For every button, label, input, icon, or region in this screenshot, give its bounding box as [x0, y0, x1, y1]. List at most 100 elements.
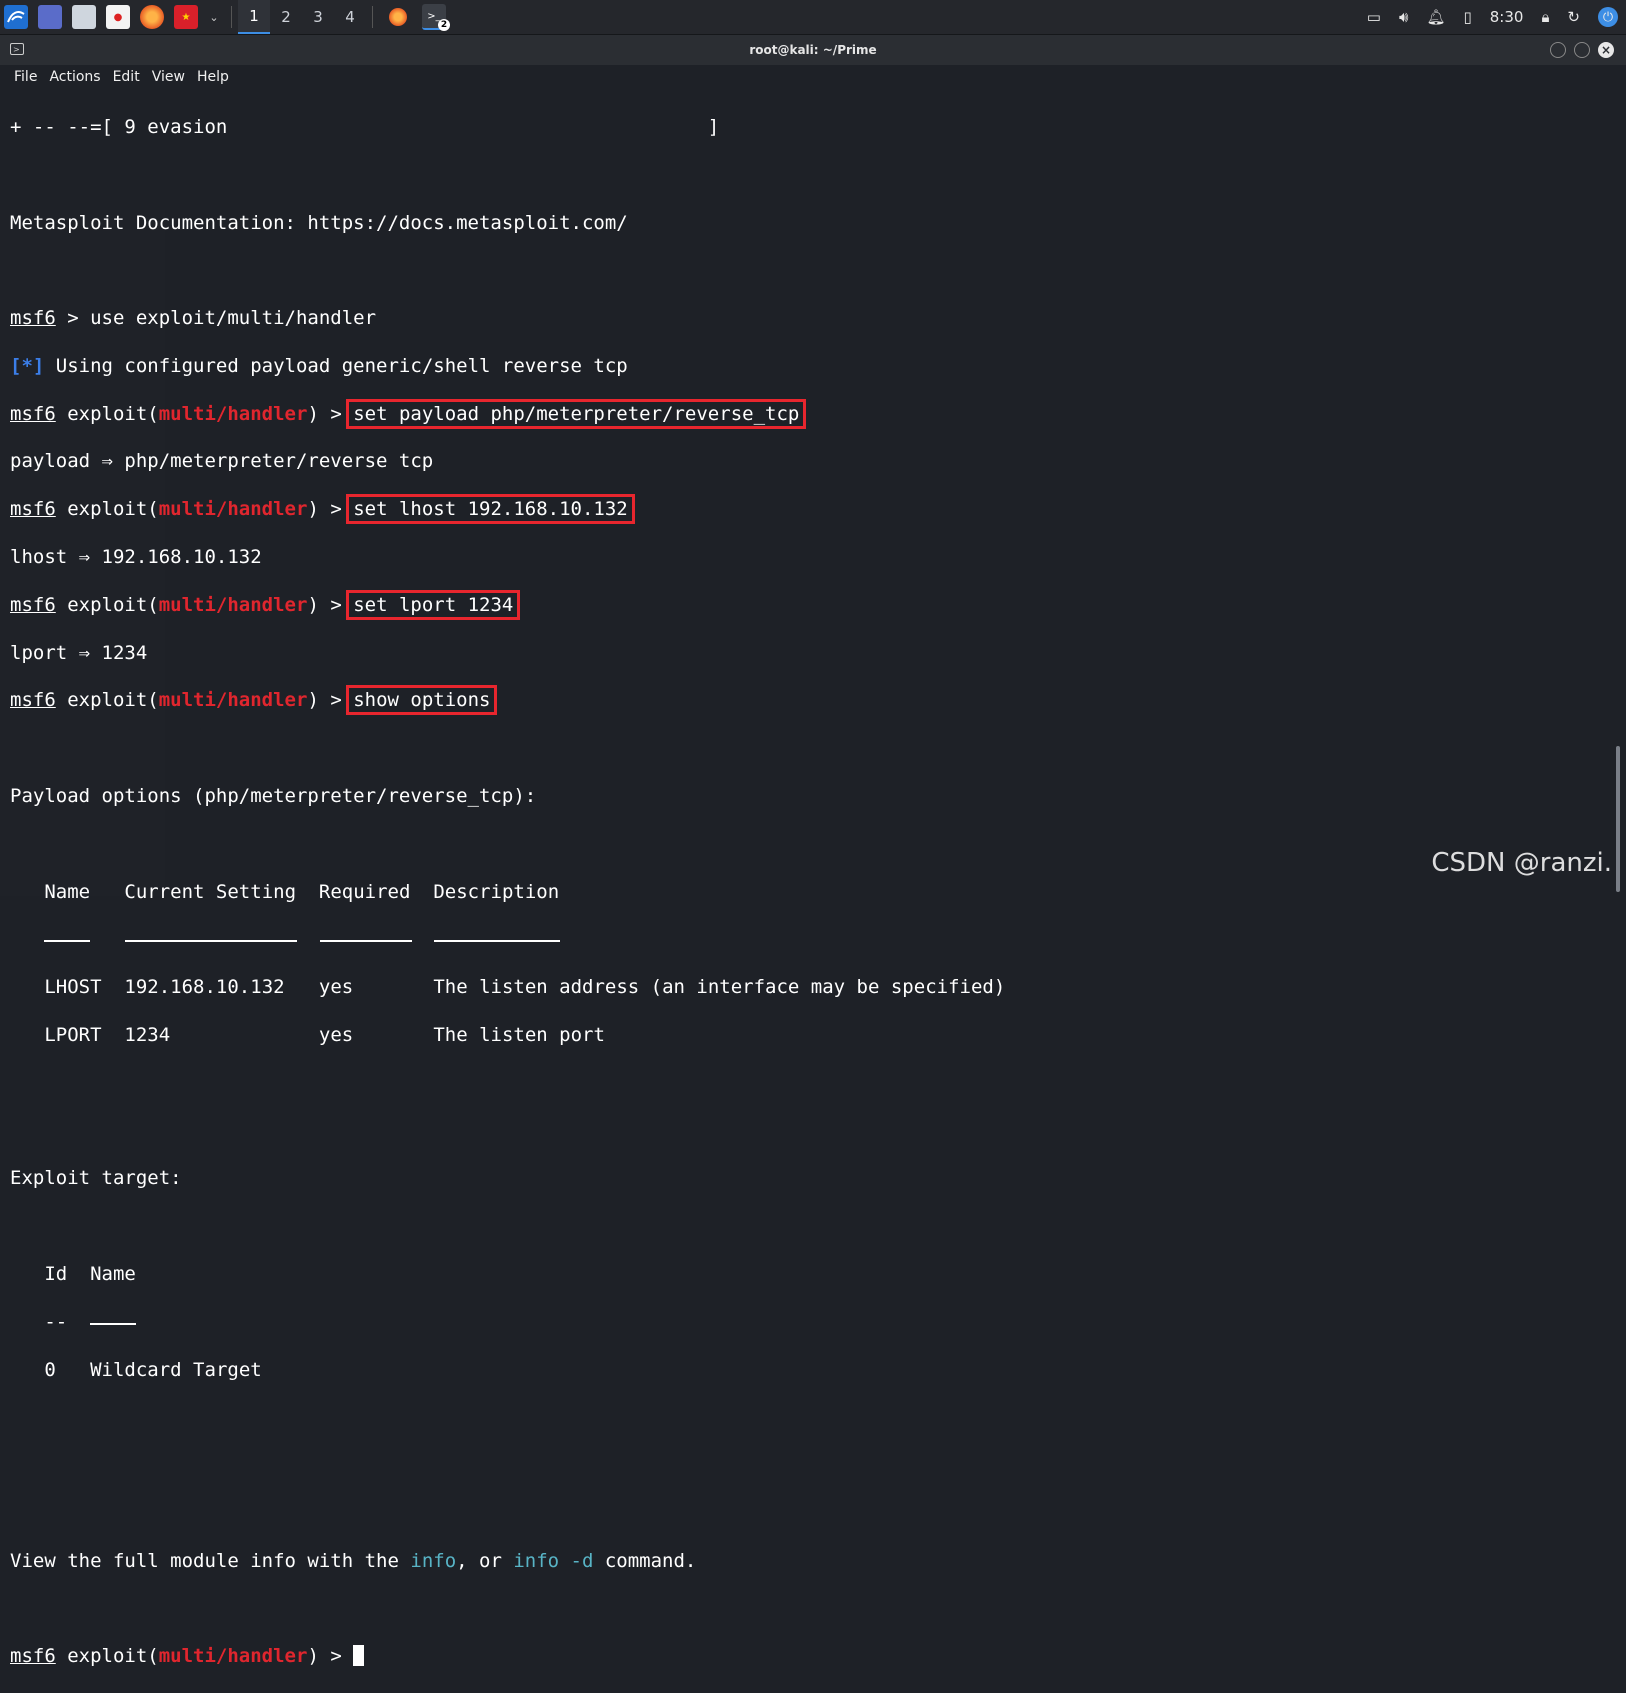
rule: [90, 1311, 137, 1325]
prompt-module: multi/handler: [158, 593, 308, 616]
kali-menu-icon[interactable]: [4, 5, 28, 29]
prompt-exploit: exploit(: [55, 1645, 159, 1668]
rule: [319, 928, 412, 943]
prompt-exploit: exploit(: [55, 593, 159, 616]
col-description: Description: [433, 880, 560, 903]
help-text: View the full module info with the: [10, 1549, 411, 1572]
firefox-icon[interactable]: [140, 5, 164, 29]
lock-icon[interactable]: 🔒︎: [1541, 8, 1549, 26]
command-line: msf6 exploit(multi/handler) > set lport …: [10, 589, 1570, 620]
rule: [124, 928, 297, 943]
prompt-close: ) >: [307, 593, 354, 616]
notification-bell-icon[interactable]: 🔔︎: [1426, 8, 1445, 26]
docs-line: Metasploit Documentation: https://docs.m…: [10, 211, 628, 234]
output-line: payload ⇒ php/meterpreter/reverse tcp: [10, 450, 434, 473]
desktop-icon[interactable]: [38, 5, 62, 29]
refresh-icon[interactable]: ↻: [1567, 8, 1580, 26]
volume-icon[interactable]: 🔊︎: [1399, 8, 1408, 26]
command-line: msf6 exploit(multi/handler) > set payloa…: [10, 398, 1570, 429]
terminal-window-icon[interactable]: >_ 2: [422, 4, 450, 31]
help-text: , or: [456, 1549, 514, 1572]
info-message: Using configured payload generic/shell r…: [44, 354, 628, 377]
highlighted-command: show options: [346, 685, 498, 716]
text-editor-icon[interactable]: ●: [106, 5, 130, 29]
text-cursor[interactable]: [353, 1645, 365, 1667]
watermark: CSDN @ranzi.: [1431, 848, 1612, 878]
help-line: View the full module info with the info,…: [10, 1550, 1570, 1574]
banner-line: + -- --=[ 9 evasion ]: [10, 115, 720, 138]
terminal-scrollbar[interactable]: [1616, 92, 1622, 892]
menu-file[interactable]: File: [8, 69, 43, 85]
highlighted-command: set lport 1234: [346, 589, 521, 620]
taskbar-separator: [231, 6, 232, 28]
prompt-user: msf6: [10, 402, 56, 425]
workspace-2[interactable]: 2: [270, 0, 302, 34]
option-description: The listen address (an interface may be …: [433, 976, 1006, 999]
option-name: LPORT: [44, 1024, 102, 1047]
target-name: Wildcard Target: [90, 1358, 262, 1381]
prompt-user: msf6: [10, 307, 56, 330]
taskbar-separator: [372, 6, 373, 28]
info-d-command: info -d: [513, 1549, 594, 1572]
prompt-user: msf6: [10, 689, 56, 712]
maximize-button[interactable]: [1574, 42, 1590, 58]
command-line: msf6 > use exploit/multi/handler: [10, 307, 1570, 331]
monitor-icon[interactable]: ▭: [1367, 8, 1381, 26]
window-title: root@kali: ~/Prime: [749, 43, 877, 57]
options-table-rule: [10, 928, 1570, 952]
minimize-button[interactable]: [1550, 42, 1566, 58]
file-manager-icon[interactable]: [72, 5, 96, 29]
target-id: 0: [44, 1358, 56, 1381]
option-description: The listen port: [433, 1024, 605, 1047]
menu-help[interactable]: Help: [191, 69, 235, 85]
battery-icon[interactable]: ▯: [1463, 8, 1471, 26]
prompt-close: ) >: [307, 498, 354, 521]
rule: [44, 928, 91, 943]
power-icon[interactable]: ⏻: [1598, 7, 1618, 27]
prompt-exploit: exploit(: [55, 402, 159, 425]
taskbar: ● ★ ⌄ 1 2 3 4 >_ 2 ▭ 🔊︎ 🔔︎ ▯ 8:30 🔒︎ ↻ ⏻: [0, 0, 1626, 35]
payload-options-heading: Payload options (php/meterpreter/reverse…: [10, 785, 537, 808]
window-titlebar[interactable]: > root@kali: ~/Prime ×: [0, 35, 1626, 65]
chevron-down-icon[interactable]: ⌄: [208, 5, 220, 29]
workspace-4[interactable]: 4: [334, 0, 366, 34]
options-table-header: Name Current Setting Required Descriptio…: [10, 881, 1570, 905]
scrollbar-thumb[interactable]: [1616, 746, 1620, 892]
workspace-1[interactable]: 1: [238, 0, 270, 34]
menu-view[interactable]: View: [146, 69, 191, 85]
close-button[interactable]: ×: [1598, 42, 1614, 58]
exploit-target-heading: Exploit target:: [10, 1167, 182, 1190]
prompt-module: multi/handler: [158, 498, 308, 521]
prompt-module: multi/handler: [158, 402, 308, 425]
highlighted-command: set lhost 192.168.10.132: [346, 494, 635, 525]
col-name: Name: [44, 880, 91, 903]
option-setting: 192.168.10.132: [124, 976, 285, 999]
menu-edit[interactable]: Edit: [107, 69, 146, 85]
flag-app-icon[interactable]: ★: [174, 5, 198, 29]
clock[interactable]: 8:30: [1490, 8, 1524, 26]
rule: [434, 928, 561, 943]
prompt-close: ) >: [307, 402, 354, 425]
terminal-output[interactable]: + -- --=[ 9 evasion ] Metasploit Documen…: [10, 92, 1570, 1668]
command-line: msf6 exploit(multi/handler) > show optio…: [10, 685, 1570, 716]
col-name: Name: [90, 1263, 136, 1286]
info-command: info: [410, 1549, 457, 1572]
command-line: msf6 exploit(multi/handler) > set lhost …: [10, 494, 1570, 525]
firefox-window-icon[interactable]: [389, 8, 407, 26]
workspace-3[interactable]: 3: [302, 0, 334, 34]
target-table-rule: --: [10, 1311, 1570, 1335]
col-setting: Current Setting: [124, 880, 297, 903]
col-required: Required: [318, 880, 411, 903]
active-prompt-line[interactable]: msf6 exploit(multi/handler) >: [10, 1645, 1570, 1669]
prompt-user: msf6: [10, 593, 56, 616]
menu-actions[interactable]: Actions: [43, 69, 106, 85]
option-required: yes: [318, 976, 354, 999]
